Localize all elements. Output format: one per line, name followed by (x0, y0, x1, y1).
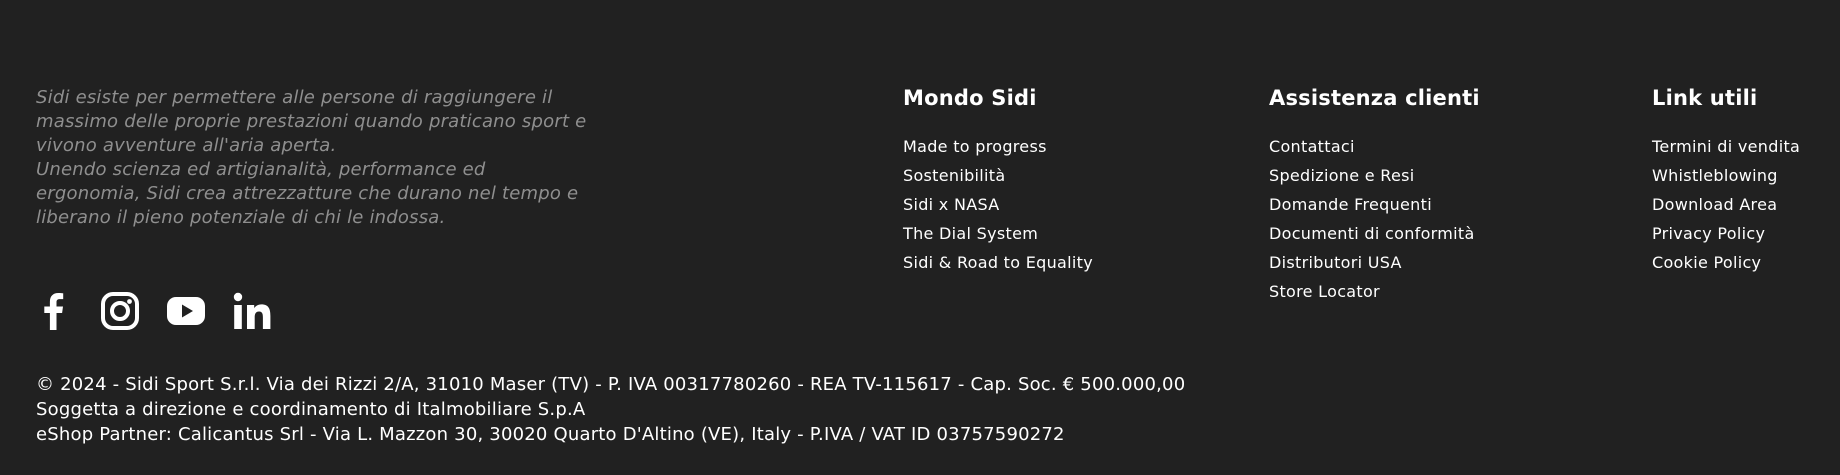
link-sidi-x-nasa[interactable]: Sidi x NASA (903, 195, 999, 214)
link-termini-vendita[interactable]: Termini di vendita (1652, 137, 1800, 156)
link-list-mondo-sidi: Made to progress Sostenibilità Sidi x NA… (903, 132, 1093, 277)
list-item: Contattaci (1269, 132, 1480, 161)
list-item: Store Locator (1269, 277, 1480, 306)
list-item: Domande Frequenti (1269, 190, 1480, 219)
list-item: Documenti di conformità (1269, 219, 1480, 248)
link-road-to-equality[interactable]: Sidi & Road to Equality (903, 253, 1093, 272)
link-domande-frequenti[interactable]: Domande Frequenti (1269, 195, 1432, 214)
column-title-mondo-sidi: Mondo Sidi (903, 86, 1037, 110)
link-store-locator[interactable]: Store Locator (1269, 282, 1380, 301)
eshop-partner-line: eShop Partner: Calicantus Srl - Via L. M… (36, 424, 1065, 445)
link-list-assistenza-clienti: Contattaci Spedizione e Resi Domande Fre… (1269, 132, 1480, 306)
link-download-area[interactable]: Download Area (1652, 195, 1777, 214)
copyright-line: © 2024 - Sidi Sport S.r.l. Via dei Rizzi… (36, 374, 1186, 395)
list-item: Sidi & Road to Equality (903, 248, 1093, 277)
corporate-direction-line: Soggetta a direzione e coordinamento di … (36, 399, 586, 420)
mission-paragraph-1: Sidi esiste per permettere alle persone … (36, 87, 587, 156)
linkedin-icon (233, 292, 271, 329)
list-item: Termini di vendita (1652, 132, 1800, 161)
link-dial-system[interactable]: The Dial System (903, 224, 1038, 243)
footer-column-link-utili: Link utili Termini di vendita Whistleblo… (1652, 84, 1800, 277)
list-item: Sidi x NASA (903, 190, 1093, 219)
link-sostenibilita[interactable]: Sostenibilità (903, 166, 1005, 185)
list-item: The Dial System (903, 219, 1093, 248)
list-item: Spedizione e Resi (1269, 161, 1480, 190)
list-item: Sostenibilità (903, 161, 1093, 190)
footer-column-assistenza-clienti: Assistenza clienti Contattaci Spedizione… (1269, 84, 1480, 306)
list-item: Whistleblowing (1652, 161, 1800, 190)
list-item: Download Area (1652, 190, 1800, 219)
column-title-link-utili: Link utili (1652, 86, 1758, 110)
youtube-icon (167, 297, 205, 325)
mission-paragraph-2: Unendo scienza ed artigianalità, perform… (36, 159, 579, 228)
youtube-link[interactable] (166, 290, 206, 332)
linkedin-link[interactable] (232, 290, 272, 332)
link-whistleblowing[interactable]: Whistleblowing (1652, 166, 1778, 185)
social-links (34, 290, 272, 332)
column-title-assistenza-clienti: Assistenza clienti (1269, 86, 1480, 110)
link-list-link-utili: Termini di vendita Whistleblowing Downlo… (1652, 132, 1800, 277)
site-footer: Sidi esiste per permettere alle persone … (0, 0, 1840, 475)
facebook-icon (44, 293, 64, 330)
footer-column-mondo-sidi: Mondo Sidi Made to progress Sostenibilit… (903, 84, 1093, 277)
instagram-icon (101, 292, 139, 330)
link-documenti-conformita[interactable]: Documenti di conformità (1269, 224, 1475, 243)
link-spedizione-resi[interactable]: Spedizione e Resi (1269, 166, 1415, 185)
link-privacy-policy[interactable]: Privacy Policy (1652, 224, 1765, 243)
link-cookie-policy[interactable]: Cookie Policy (1652, 253, 1761, 272)
legal-info: © 2024 - Sidi Sport S.r.l. Via dei Rizzi… (36, 372, 1185, 447)
link-distributori-usa[interactable]: Distributori USA (1269, 253, 1402, 272)
brand-mission-text: Sidi esiste per permettere alle persone … (36, 86, 596, 230)
list-item: Privacy Policy (1652, 219, 1800, 248)
instagram-link[interactable] (100, 290, 140, 332)
list-item: Cookie Policy (1652, 248, 1800, 277)
link-made-to-progress[interactable]: Made to progress (903, 137, 1047, 156)
list-item: Made to progress (903, 132, 1093, 161)
link-contattaci[interactable]: Contattaci (1269, 137, 1355, 156)
facebook-link[interactable] (34, 290, 74, 332)
list-item: Distributori USA (1269, 248, 1480, 277)
